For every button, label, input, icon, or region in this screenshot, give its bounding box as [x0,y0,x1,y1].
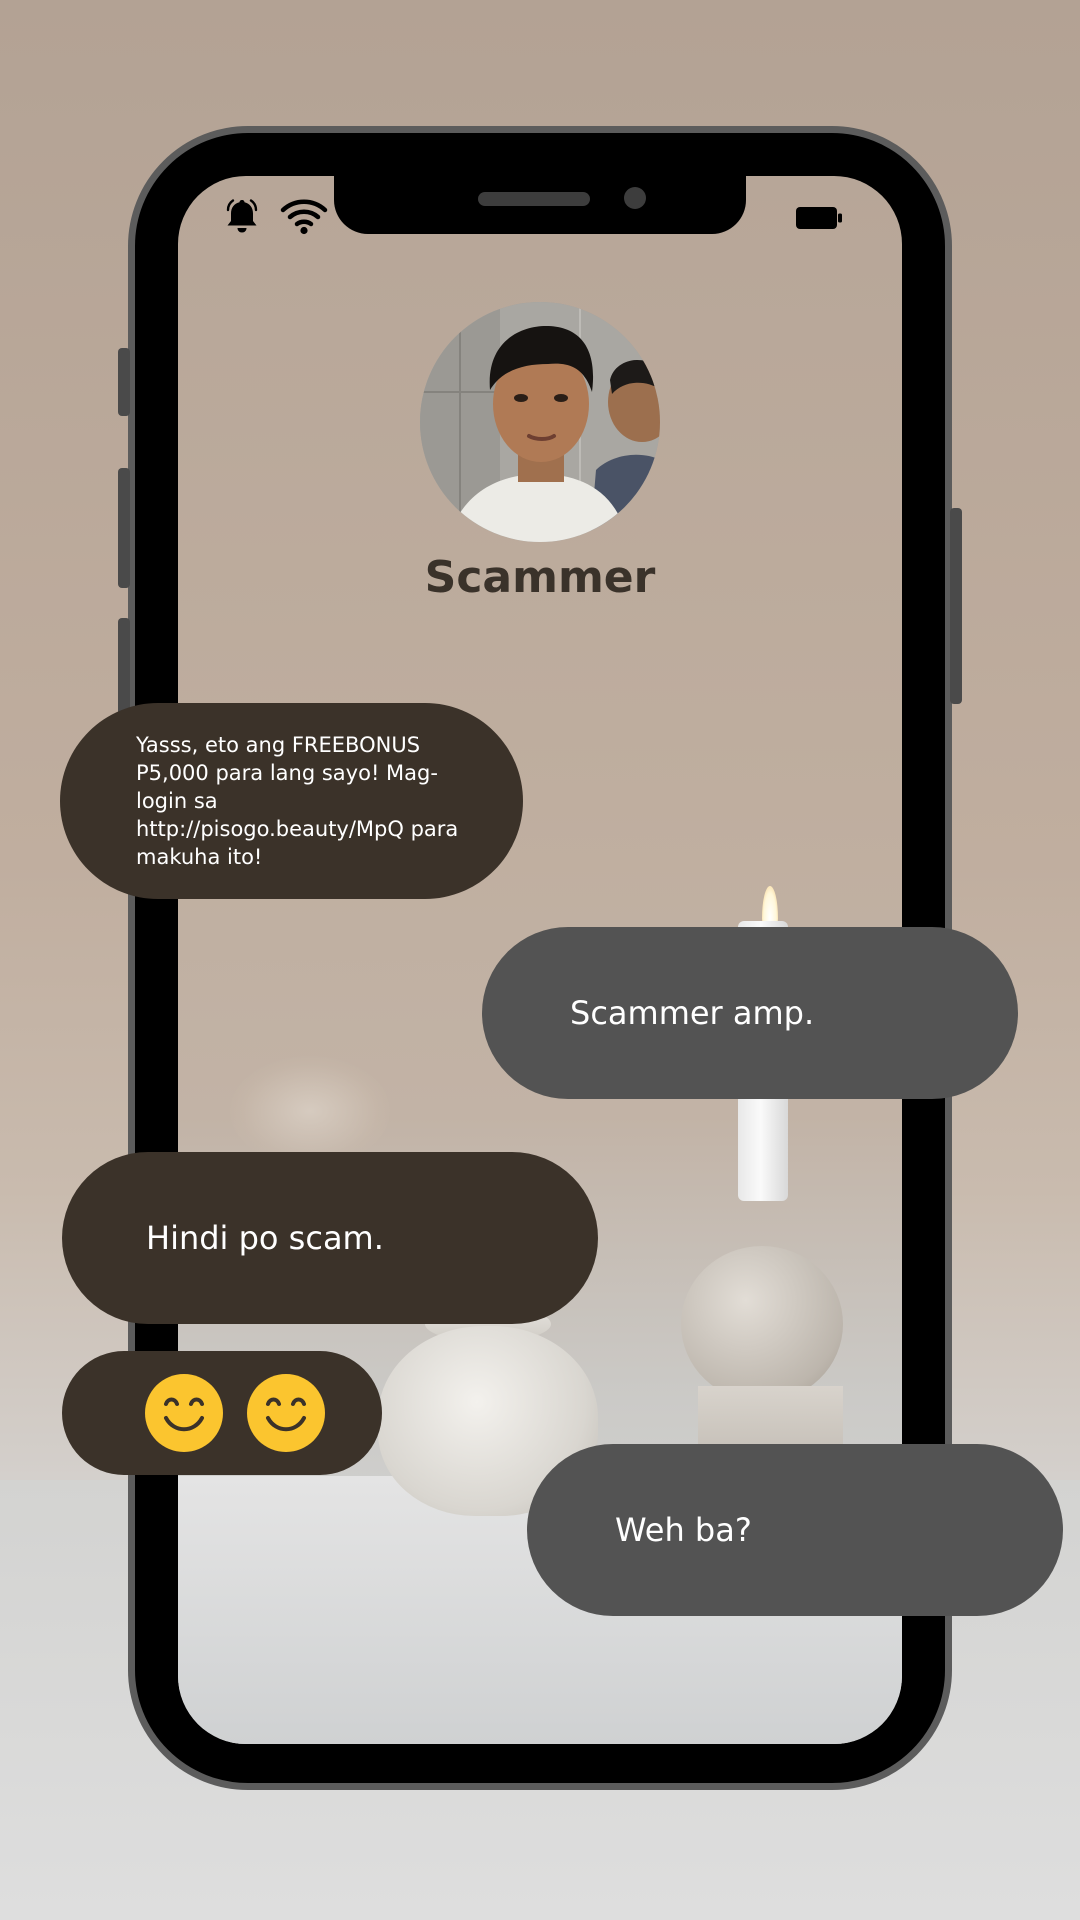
message-bubble-incoming[interactable]: Hindi po scam. [62,1152,598,1324]
dried-flowers-decor [230,1056,390,1166]
avatar-photo [420,302,660,542]
message-text: Scammer amp. [570,994,815,1032]
message-bubble-incoming[interactable]: Yasss, eto ang FREEBONUS P5,000 para lan… [60,703,523,899]
battery-icon [796,207,842,229]
contact-name: Scammer [424,552,656,603]
message-text: Yasss, eto ang FREEBONUS P5,000 para lan… [136,733,459,869]
bell-icon [226,199,258,233]
message-text: Weh ba? [615,1511,752,1549]
side-button-volume-up [118,468,130,588]
candle-holder [681,1246,843,1402]
message-bubble-emoji[interactable] [62,1351,382,1475]
contact-avatar[interactable] [420,302,660,542]
smiling-face-emoji [145,1374,223,1452]
front-camera [624,187,646,209]
message-text: Hindi po scam. [146,1219,384,1257]
earpiece-speaker [478,192,590,206]
side-button-mute [118,348,130,416]
message-bubble-outgoing[interactable]: Scammer amp. [482,927,1018,1099]
smiling-face-emoji [247,1374,325,1452]
message-bubble-outgoing[interactable]: Weh ba? [527,1444,1063,1616]
side-button-power [950,508,962,704]
wifi-icon [280,199,328,235]
